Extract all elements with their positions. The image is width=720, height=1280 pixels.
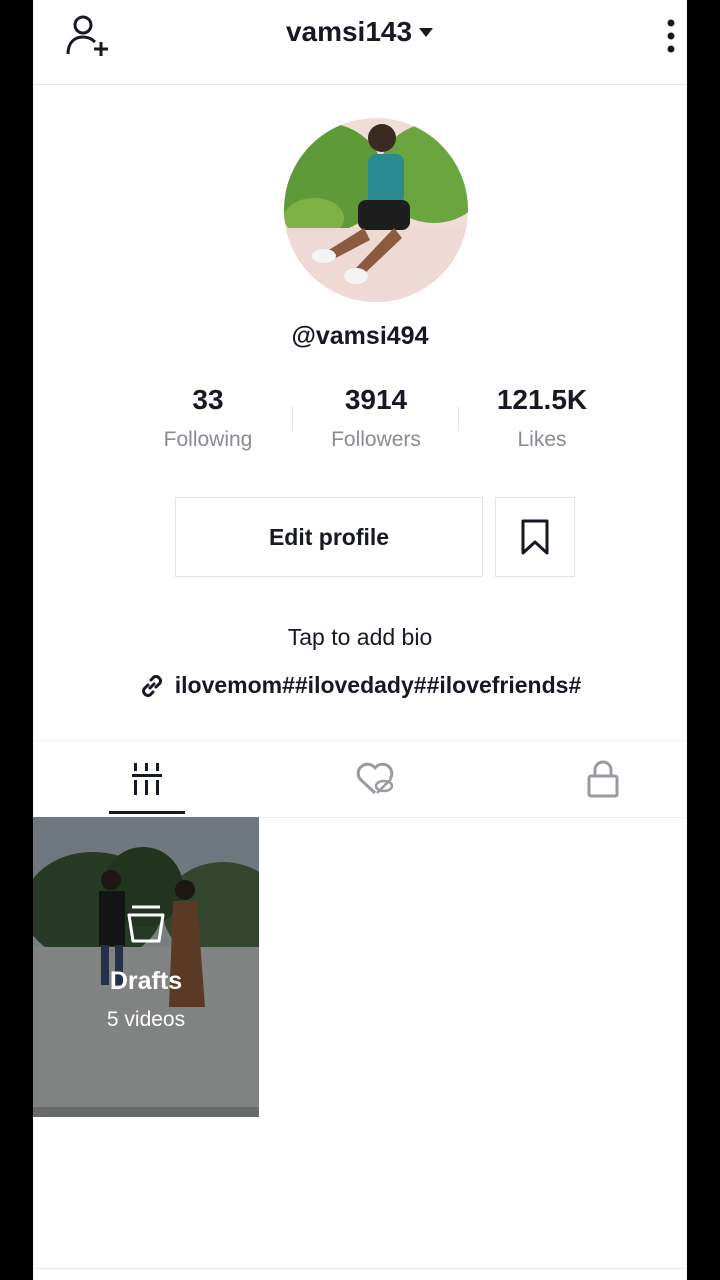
link-text: ilovemom##ilovedady##ilovefriends# bbox=[174, 672, 582, 698]
drafts-tile[interactable]: Drafts 5 videos bbox=[33, 817, 259, 1117]
content-tabs bbox=[33, 740, 687, 818]
grid-bars-icon bbox=[132, 763, 162, 795]
stats-row: 33 Following 3914 Followers 121.5K Likes bbox=[33, 384, 687, 464]
profile-handle: @vamsi494 bbox=[291, 322, 429, 350]
following-label: Following bbox=[163, 428, 253, 451]
more-button[interactable] bbox=[663, 18, 679, 54]
profile-link[interactable]: ilovemom##ilovedady##ilovefriends# bbox=[33, 672, 687, 699]
tab-liked[interactable] bbox=[301, 741, 449, 817]
avatar[interactable] bbox=[284, 118, 468, 302]
link-icon bbox=[141, 674, 162, 697]
stats-divider bbox=[292, 406, 293, 430]
bottom-divider bbox=[33, 1268, 687, 1269]
stats-divider bbox=[458, 406, 459, 430]
edit-profile-button[interactable]: Edit profile bbox=[175, 497, 483, 577]
username: vamsi143 bbox=[285, 16, 413, 47]
top-bar: vamsi143 bbox=[33, 0, 687, 85]
stat-following[interactable]: 33 Following bbox=[133, 384, 283, 452]
active-tab-indicator bbox=[109, 811, 185, 814]
following-count: 33 bbox=[192, 384, 224, 415]
drafts-label: Drafts 5 videos bbox=[33, 967, 259, 1032]
stat-likes[interactable]: 121.5K Likes bbox=[467, 384, 617, 452]
drafts-title: Drafts bbox=[109, 967, 183, 995]
likes-count: 121.5K bbox=[496, 384, 588, 415]
likes-label: Likes bbox=[517, 428, 567, 451]
tab-private[interactable] bbox=[529, 741, 677, 817]
draft-box-icon bbox=[127, 905, 165, 943]
profile-screen: vamsi143 @vamsi494 33 Following 3914 Fol… bbox=[33, 0, 687, 1280]
followers-label: Followers bbox=[331, 428, 421, 451]
more-vertical-icon bbox=[667, 19, 675, 53]
tab-videos[interactable] bbox=[73, 741, 221, 817]
caret-down-icon bbox=[419, 28, 434, 37]
favorites-button[interactable] bbox=[495, 497, 575, 577]
account-switcher[interactable]: vamsi143 bbox=[33, 16, 687, 48]
bookmark-icon bbox=[521, 519, 549, 555]
heart-hidden-icon bbox=[356, 762, 394, 795]
avatar-photo bbox=[284, 118, 468, 302]
followers-count: 3914 bbox=[344, 384, 408, 415]
drafts-count: 5 videos bbox=[106, 1008, 186, 1031]
bio-prompt[interactable]: Tap to add bio bbox=[33, 624, 687, 651]
lock-icon bbox=[587, 760, 619, 798]
stat-followers[interactable]: 3914 Followers bbox=[301, 384, 451, 452]
